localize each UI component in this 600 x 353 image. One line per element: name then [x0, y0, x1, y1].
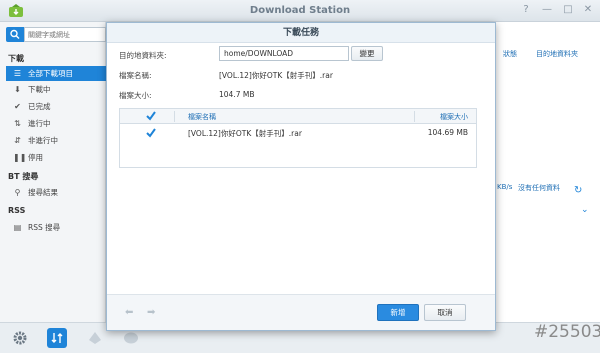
sidebar-item-inactive[interactable]: ⇵ 非進行中 [6, 133, 106, 148]
sidebar-item-rss-search[interactable]: ▤ RSS 搜尋 [6, 220, 106, 235]
row-checkbox[interactable] [146, 128, 156, 138]
gear-icon [13, 331, 27, 345]
search-icon [10, 29, 20, 39]
column-status[interactable]: 狀態 [503, 49, 517, 59]
bt-button[interactable] [85, 328, 105, 348]
search-button[interactable] [6, 27, 24, 42]
cancel-button[interactable]: 取消 [424, 304, 466, 321]
brain-icon [124, 332, 138, 344]
pause-icon: ❚❚ [13, 153, 27, 162]
no-task-text: 沒有任何資料 [518, 184, 560, 192]
file-name-cell: [VOL.12]你好OTK【射手刊】.rar [188, 129, 302, 138]
column-divider [414, 111, 415, 122]
emule-button[interactable] [121, 328, 141, 348]
search-box [6, 27, 106, 42]
download-task-dialog: 下載任務 目的地資料夾: 變更 檔案名稱: [VOL.12]你好OTK【射手刊】… [106, 22, 496, 331]
inactive-arrows-icon: ⇵ [14, 136, 21, 145]
sidebar-item-completed[interactable]: ✔ 已完成 [6, 99, 106, 114]
sidebar-item-label: RSS 搜尋 [28, 223, 61, 232]
table-row[interactable]: [VOL.12]你好OTK【射手刊】.rar 104.69 MB [120, 124, 476, 141]
sidebar-item-all-downloads[interactable]: ☰ 全部下載項目 [6, 66, 106, 81]
search-icon: ⚲ [14, 188, 21, 197]
filename-value: [VOL.12]你好OTK【射手刊】.rar [219, 71, 333, 80]
sidebar-item-label: 搜尋結果 [28, 188, 58, 197]
sidebar-item-stopped[interactable]: ❚❚ 停用 [6, 150, 106, 165]
sidebar: 下載 ☰ 全部下載項目 ⬇ 下載中 ✔ 已完成 ⇅ 進行中 ⇵ 非進行中 ❚❚ … [0, 22, 106, 322]
minimize-icon[interactable]: — [541, 4, 553, 16]
title-bar: Download Station ? — □ ✕ [0, 0, 600, 22]
download-arrow-icon: ⬇ [14, 85, 21, 94]
updown-arrows-icon: ⇅ [14, 119, 21, 128]
destination-label: 目的地資料夾: [119, 51, 167, 60]
add-button[interactable]: 新增 [377, 304, 419, 321]
magnet-icon [89, 332, 101, 344]
column-divider [174, 111, 175, 122]
section-bt-search: BT 搜尋 [8, 172, 39, 181]
filename-label: 檔案名稱: [119, 71, 152, 80]
dialog-title: 下載任務 [107, 23, 495, 43]
filesize-label: 檔案大小: [119, 91, 152, 100]
settings-button[interactable] [10, 328, 30, 348]
search-input[interactable] [24, 27, 106, 42]
column-file-size[interactable]: 檔案大小 [440, 112, 468, 122]
arrow-right-icon[interactable]: ➡ [147, 307, 155, 318]
speed-text: KB/s [497, 183, 513, 191]
maximize-icon[interactable]: □ [562, 4, 574, 16]
select-all-checkbox[interactable] [146, 111, 156, 121]
column-file-name[interactable]: 檔案名稱 [188, 112, 216, 122]
help-icon[interactable]: ? [520, 4, 532, 16]
column-destination[interactable]: 目的地資料夾 [536, 49, 578, 59]
list-icon: ☰ [13, 69, 22, 78]
watermark: #25503 [534, 322, 600, 342]
sidebar-item-search-results[interactable]: ⚲ 搜尋結果 [6, 185, 106, 200]
sidebar-item-label: 已完成 [28, 102, 51, 111]
section-rss: RSS [8, 206, 26, 215]
sidebar-item-label: 停用 [28, 153, 43, 162]
sidebar-item-active[interactable]: ⇅ 進行中 [6, 116, 106, 131]
checkmark-icon: ✔ [14, 102, 21, 111]
sidebar-item-label: 進行中 [28, 119, 51, 128]
destination-field[interactable] [219, 46, 349, 61]
file-table: 檔案名稱 檔案大小 [VOL.12]你好OTK【射手刊】.rar 104.69 … [119, 108, 477, 168]
file-size-cell: 104.69 MB [427, 128, 468, 137]
sidebar-item-downloading[interactable]: ⬇ 下載中 [6, 82, 106, 97]
table-header: 檔案名稱 檔案大小 [120, 109, 476, 124]
window-title: Download Station [249, 5, 351, 16]
dialog-footer: ⬅ ➡ 新增 取消 [107, 294, 495, 330]
sidebar-item-label: 非進行中 [28, 136, 58, 145]
sidebar-item-label: 下載中 [28, 85, 51, 94]
transfer-button[interactable] [47, 328, 67, 348]
section-download: 下載 [8, 54, 24, 63]
transfer-icon [51, 333, 63, 343]
change-button[interactable]: 變更 [351, 46, 383, 61]
sidebar-item-label: 全部下載項目 [28, 69, 73, 78]
rss-icon: ▤ [13, 223, 22, 232]
arrow-left-icon[interactable]: ⬅ [125, 307, 133, 318]
filesize-value: 104.7 MB [219, 90, 255, 99]
close-icon[interactable]: ✕ [582, 4, 594, 16]
refresh-icon[interactable]: ↻ [574, 185, 582, 196]
chevron-down-icon[interactable]: ⌄ [581, 205, 589, 215]
